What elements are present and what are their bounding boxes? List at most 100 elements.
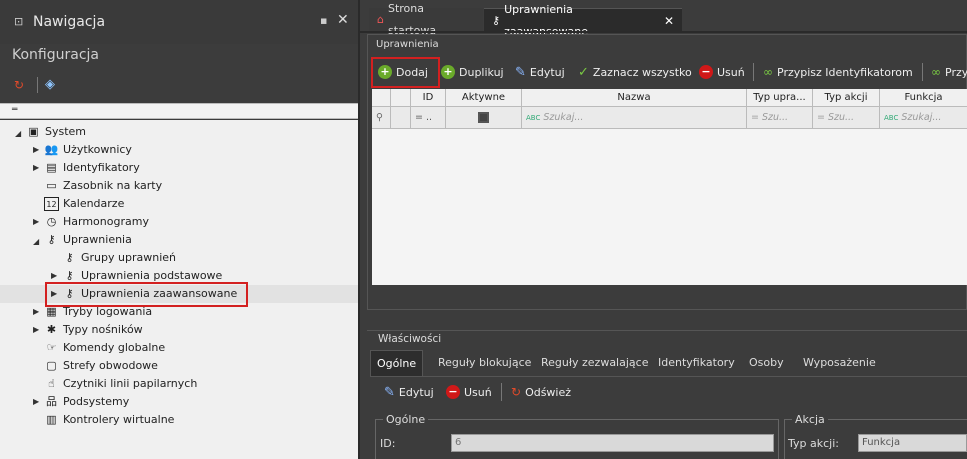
tree-filter-bar[interactable]: ═ xyxy=(0,103,358,119)
filter-search-icon: ⚲ xyxy=(372,107,391,129)
clock-icon: ◷ xyxy=(46,215,57,228)
filter-function[interactable]: ABC Szukaj... xyxy=(880,107,967,129)
refresh-icon[interactable]: ↻ xyxy=(14,78,24,92)
edit-button[interactable]: ✎ Edytuj xyxy=(515,61,565,83)
controller-icon: ▥ xyxy=(46,413,57,426)
toolbar-separator xyxy=(501,383,502,401)
tree-item-calendars[interactable]: 12 Kalendarze xyxy=(44,195,124,213)
column-header-action-type[interactable]: Typ akcji xyxy=(813,89,880,107)
tree-item-perimeter-zones[interactable]: ▢ Strefy obwodowe xyxy=(44,357,158,375)
column-header-name[interactable]: Nazwa xyxy=(522,89,747,107)
tab-allowing-rules[interactable]: Reguły zezwalające xyxy=(535,350,654,376)
column-header-permission-type[interactable]: Typ upra... xyxy=(747,89,813,107)
properties-group-title: Właściwości xyxy=(378,333,442,345)
close-tab-icon[interactable]: ✕ xyxy=(664,10,674,32)
pencil-icon: ✎ xyxy=(384,384,395,400)
tree-item-global-commands[interactable]: ☞ Komendy globalne xyxy=(44,339,166,357)
login-modes-icon: ▦ xyxy=(46,305,57,318)
minus-icon: − xyxy=(446,385,460,399)
properties-delete-button[interactable]: − Usuń xyxy=(446,381,492,403)
expand-arrow-icon[interactable]: ▶ xyxy=(33,325,39,334)
tab-home[interactable]: ⌂Strona startowa xyxy=(369,2,483,37)
collapse-icon[interactable]: ═ xyxy=(12,105,17,115)
refresh-button[interactable]: ↻ Odśwież xyxy=(511,381,571,403)
home-icon: ⌂ xyxy=(377,13,384,26)
filter-active[interactable] xyxy=(446,107,522,129)
hand-icon: ☞ xyxy=(46,341,57,354)
text-filter-icon: ABC xyxy=(884,114,899,122)
network-icon: 品 xyxy=(46,395,57,408)
close-icon[interactable]: ✕ xyxy=(337,12,349,28)
layers-icon[interactable]: ◈ xyxy=(45,77,55,92)
tree-item-identifiers[interactable]: ▤ Identyfikatory xyxy=(44,159,139,177)
tree-item-permission-groups[interactable]: ⚷ Grupy uprawnień xyxy=(62,249,176,267)
zone-icon: ▢ xyxy=(46,359,57,372)
splitter[interactable] xyxy=(358,0,360,459)
plus-icon: + xyxy=(441,65,455,79)
tree-item-card-dispenser[interactable]: ▭ Zasobnik na karty xyxy=(44,177,162,195)
collapse-arrow-icon[interactable]: ◢ xyxy=(33,237,39,246)
tree-item-system[interactable]: ▣ System xyxy=(26,123,86,141)
filter-name[interactable]: ABC Szukaj... xyxy=(522,107,747,129)
tree-item-virtual-controllers[interactable]: ▥ Kontrolery wirtualne xyxy=(44,411,174,429)
tab-persons[interactable]: Osoby xyxy=(743,350,790,376)
delete-button[interactable]: − Usuń xyxy=(699,61,745,83)
key-icon: ⚷ xyxy=(65,269,74,282)
select-all-button[interactable]: ✓ Zaznacz wszystko xyxy=(578,61,692,83)
column-header-active[interactable]: Aktywne xyxy=(446,89,522,107)
link-icon: ∞ xyxy=(763,65,773,79)
users-icon: 👥 xyxy=(44,143,59,156)
tree-item-users[interactable]: 👥 Użytkownicy xyxy=(44,141,132,159)
expand-arrow-icon[interactable]: ▶ xyxy=(33,145,39,154)
tab-underline xyxy=(360,31,967,33)
assign-identifiers-button[interactable]: ∞ Przypisz Identyfikatorom xyxy=(763,61,913,83)
tab-advanced-permissions[interactable]: ⚷Uprawnienia zaawansowane✕ xyxy=(484,3,682,38)
tab-identifiers[interactable]: Identyfikatory xyxy=(652,350,741,376)
tree-item-carrier-types[interactable]: ✱ Typy nośników xyxy=(44,321,143,339)
fingerprint-icon: ☝ xyxy=(48,377,55,390)
expand-arrow-icon[interactable]: ▶ xyxy=(33,307,39,316)
duplicate-button[interactable]: + Duplikuj xyxy=(441,61,504,83)
general-fieldset-title: Ogólne xyxy=(383,413,429,426)
column-header-function[interactable]: Funkcja xyxy=(880,89,967,107)
filter-permission-type[interactable]: = Szu... xyxy=(747,107,813,129)
expand-arrow-icon[interactable]: ▶ xyxy=(51,271,57,280)
calendar-icon: 12 xyxy=(44,197,59,211)
pencil-icon: ✎ xyxy=(515,64,526,80)
id-field[interactable]: 6 xyxy=(451,434,774,452)
action-type-label: Typ akcji: xyxy=(788,437,839,450)
tab-blocking-rules[interactable]: Reguły blokujące xyxy=(432,350,537,376)
tree-item-login-modes[interactable]: ▦ Tryby logowania xyxy=(44,303,152,321)
toolbar-divider xyxy=(37,77,38,93)
tree-item-fingerprint-readers[interactable]: ☝ Czytniki linii papilarnych xyxy=(44,375,197,393)
highlight-box xyxy=(371,57,440,88)
tab-equipment[interactable]: Wyposażenie xyxy=(797,350,882,376)
expand-arrow-icon[interactable]: ▶ xyxy=(33,217,39,226)
tabs-underline xyxy=(370,376,967,377)
expand-arrow-icon[interactable]: ▶ xyxy=(33,163,39,172)
expand-arrow-icon[interactable]: ▶ xyxy=(33,397,39,406)
indicator-column xyxy=(391,89,411,107)
tree-item-subsystems[interactable]: 品 Podsystemy xyxy=(44,393,129,411)
tree-item-schedules[interactable]: ◷ Harmonogramy xyxy=(44,213,149,231)
column-header-id[interactable]: ID xyxy=(411,89,446,107)
filter-indicator xyxy=(391,107,411,129)
gear-icon: ✱ xyxy=(46,323,57,336)
system-icon: ▣ xyxy=(28,125,39,138)
tree-item-permissions[interactable]: ⚷ Uprawnienia xyxy=(44,231,131,249)
section-title: Konfiguracja xyxy=(12,47,100,63)
properties-edit-button[interactable]: ✎ Edytuj xyxy=(384,381,434,403)
keys-icon: ⚷ xyxy=(65,251,74,264)
id-card-icon: ▤ xyxy=(46,161,57,174)
checkbox-indeterminate-icon[interactable] xyxy=(478,112,489,123)
expand-arrow-icon[interactable]: ◢ xyxy=(15,129,21,138)
filter-action-type[interactable]: = Szu... xyxy=(813,107,880,129)
action-type-field[interactable]: Funkcja xyxy=(858,434,967,452)
tab-general[interactable]: Ogólne xyxy=(370,350,424,376)
toolbar-separator xyxy=(753,63,754,81)
assign-button-cut[interactable]: ∞ Przy xyxy=(931,61,967,83)
pin-icon[interactable]: ▪ xyxy=(320,14,327,27)
text-filter-icon: ABC xyxy=(526,114,541,122)
id-label: ID: xyxy=(380,437,396,450)
filter-id[interactable]: = .. xyxy=(411,107,446,129)
